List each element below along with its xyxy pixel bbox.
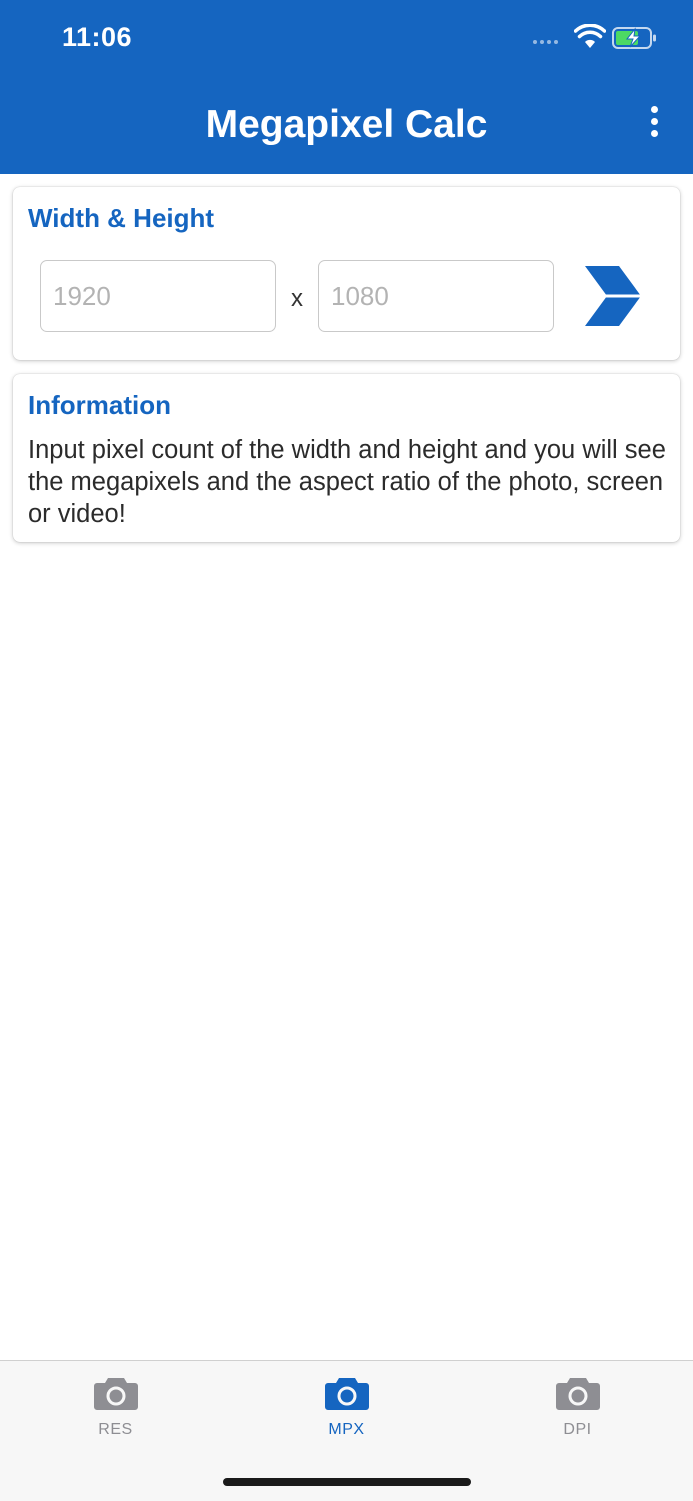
camera-icon [94,1378,138,1410]
camera-icon [556,1378,600,1410]
information-card-title: Information [28,390,171,420]
battery-charging-icon [612,27,656,49]
information-card: Information Input pixel count of the wid… [13,374,680,542]
tab-res-label: RES [98,1421,133,1438]
tab-res[interactable]: RES [0,1361,231,1461]
dimensions-card-title: Width & Height [28,203,215,233]
times-sign: x [291,285,303,312]
camera-icon [325,1378,369,1410]
tab-dpi[interactable]: DPI [462,1361,693,1461]
height-input[interactable] [318,260,554,332]
information-text: Input pixel count of the width and heigh… [28,436,666,528]
cellular-signal-icon [533,40,558,44]
tab-mpx[interactable]: MPX [231,1361,462,1461]
more-vert-icon[interactable] [644,106,664,146]
app-title: Megapixel Calc [205,103,488,146]
tab-mpx-label: MPX [328,1421,365,1438]
chevron-right-icon[interactable] [579,263,649,329]
dimensions-card: Width & Height x [13,187,680,360]
wifi-icon [574,24,606,48]
tab-dpi-label: DPI [563,1421,592,1438]
width-input[interactable] [40,260,276,332]
home-indicator [223,1478,471,1486]
status-time: 11:06 [62,22,133,52]
app-header: 11:06 Megapixel Calc [0,0,693,174]
